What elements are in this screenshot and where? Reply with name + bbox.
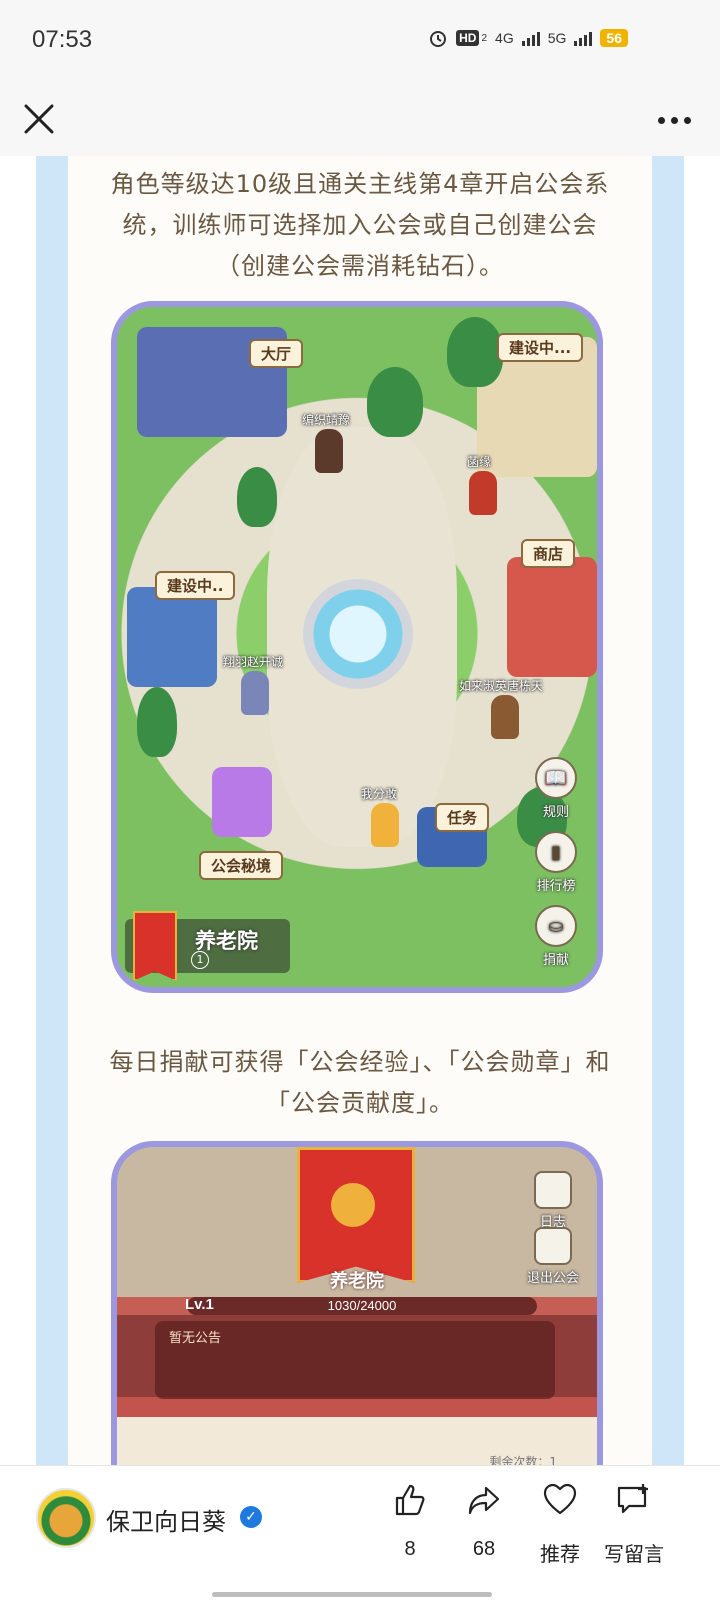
game-screenshot-guild-plaza[interactable]: 大厅 建设中... 商店 建设中.. 任务 公会秘境 编织靖豫 菡缘 翔羽赵开诚… (111, 301, 603, 993)
signal-icon-2 (574, 30, 593, 46)
more-icon (657, 116, 665, 124)
thumbs-up-icon (395, 1484, 425, 1516)
alarm-icon (430, 31, 447, 47)
guild-info-bar[interactable]: 养老院 1 (125, 911, 290, 981)
share-button[interactable]: 68 (444, 1480, 524, 1561)
guild-notice-text: 暂无公告 (169, 1331, 222, 1346)
fountain (303, 579, 413, 689)
status-bar: 07:53 HD 2 4G 5G 56 (0, 0, 720, 84)
author-name[interactable]: 保卫向日葵 (106, 1502, 226, 1537)
guild-exp-bar: Lv.1 1030/24000 (185, 1296, 537, 1315)
article-body: 角色等级达10级且通关主线第4章开启公会系统，训练师可选择加入公会或自己创建公会… (68, 156, 652, 1501)
quit-guild-button[interactable]: 退出公会 (521, 1227, 585, 1286)
signal-icon (521, 30, 540, 46)
label-building-left[interactable]: 建设中.. (155, 571, 236, 600)
guild-notice-board[interactable]: 暂无公告 (155, 1321, 555, 1399)
hd-sub: 2 (481, 32, 488, 44)
character-1[interactable] (315, 429, 343, 473)
paragraph-guild-unlock: 角色等级达10级且通关主线第4章开启公会系统，训练师可选择加入公会或自己创建公会… (110, 170, 610, 280)
share-icon (468, 1486, 500, 1515)
donate-icon: ⛀ (535, 905, 577, 947)
recommend-label: 推荐 (540, 1544, 580, 1566)
network-4g-label: 4G (495, 30, 514, 46)
share-count: 68 (472, 1538, 496, 1560)
nav-bar (0, 84, 720, 156)
character-5[interactable] (371, 803, 399, 847)
article-content[interactable]: 角色等级达10级且通关主线第4章开启公会系统，训练师可选择加入公会或自己创建公会… (0, 156, 720, 1501)
rules-button[interactable]: 📖 规则 (529, 757, 583, 820)
guild-emblem-icon (331, 1183, 375, 1227)
character-name-5: 我分敢 (361, 787, 398, 801)
article-border-left (36, 156, 68, 1501)
status-icons: HD 2 4G 5G 56 (428, 28, 628, 48)
character-name-1: 编织靖豫 (302, 413, 351, 427)
more-button[interactable] (650, 106, 698, 134)
log-button[interactable]: 日志 (521, 1171, 585, 1230)
comment-button[interactable]: 写留言 (594, 1480, 674, 1567)
heart-icon (543, 1483, 577, 1515)
guild-name: 养老院 (195, 929, 258, 953)
status-time: 07:53 (32, 26, 93, 53)
book-icon: 📖 (535, 757, 577, 799)
article-border-right (652, 156, 684, 1501)
exit-icon (534, 1227, 572, 1265)
character-name-2: 菡缘 (467, 455, 492, 469)
like-button[interactable]: 8 (370, 1480, 450, 1561)
comment-label: 写留言 (604, 1544, 664, 1566)
building-left (127, 587, 217, 687)
secret-portal (212, 767, 272, 837)
label-building-top[interactable]: 建设中... (497, 333, 584, 362)
character-name-4: 如来淑英唐栋天 (459, 679, 544, 693)
like-count: 8 (404, 1538, 416, 1560)
donate-button[interactable]: ⛀ 捐献 (529, 905, 583, 968)
bar-chart-icon: ▮ (535, 831, 577, 873)
close-button[interactable] (18, 98, 60, 140)
label-secret-realm[interactable]: 公会秘境 (199, 851, 284, 880)
guild-exp-value: 1030/24000 (327, 1298, 397, 1313)
network-5g-label: 5G (547, 30, 567, 46)
verified-icon: ✓ (240, 1506, 262, 1528)
label-shop[interactable]: 商店 (521, 539, 576, 568)
home-indicator[interactable] (212, 1592, 492, 1597)
game-screenshot-guild-hall[interactable]: 养老院 Lv.1 1030/24000 暂无公告 日志 退出公会 剩余次数：1 (111, 1141, 603, 1501)
character-name-3: 翔羽赵开诚 (223, 655, 284, 669)
bottom-bar: 保卫向日葵 ✓ 8 68 推荐 写留言 (0, 1465, 720, 1606)
battery-icon: 56 (600, 29, 628, 47)
character-2[interactable] (469, 471, 497, 515)
guild-level: 1 (191, 951, 209, 969)
close-icon (24, 104, 54, 134)
shop-building (507, 557, 597, 677)
comment-icon (617, 1484, 648, 1514)
log-icon (534, 1171, 572, 1209)
hd-badge: HD (456, 30, 480, 46)
label-hall[interactable]: 大厅 (249, 339, 304, 368)
author-avatar[interactable] (36, 1488, 96, 1548)
recommend-button[interactable]: 推荐 (520, 1480, 600, 1567)
character-3[interactable] (241, 671, 269, 715)
ranking-button[interactable]: ▮ 排行榜 (529, 831, 583, 894)
guild-flag-icon (133, 911, 177, 981)
character-4[interactable] (491, 695, 519, 739)
paragraph-daily-donation: 每日捐献可获得「公会经验」、「公会勋章」和「公会贡献度」。 (109, 1048, 611, 1117)
label-mission[interactable]: 任务 (435, 803, 490, 832)
